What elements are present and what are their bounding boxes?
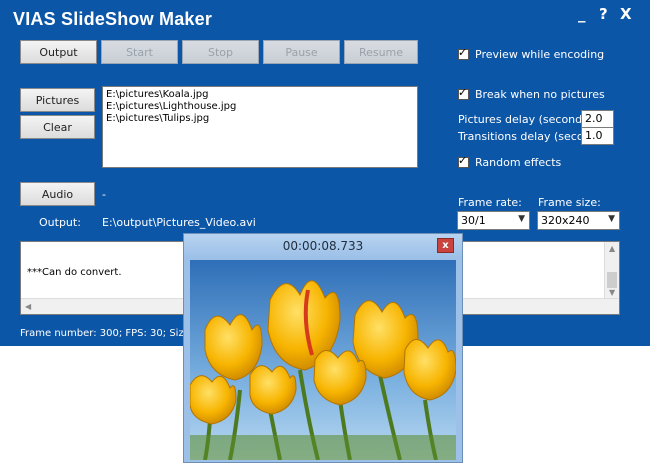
tulips-image [190, 260, 456, 460]
list-item[interactable]: E:\pictures\Koala.jpg [106, 89, 414, 101]
frame-size-select[interactable]: 320x240 ▼ [537, 211, 620, 230]
break-when-no-pictures-checkbox[interactable]: ✓ Break when no pictures [458, 86, 605, 101]
pictures-delay-input[interactable]: 2.0 [581, 110, 614, 128]
transitions-delay-input[interactable]: 1.0 [581, 127, 614, 145]
scroll-thumb[interactable] [607, 272, 617, 288]
scroll-up-icon[interactable]: ▲ [609, 244, 615, 253]
random-effects-checkbox[interactable]: ✓ Random effects [458, 154, 562, 169]
close-button[interactable]: X [620, 5, 632, 23]
pause-button[interactable]: Pause [263, 40, 340, 64]
chevron-down-icon: ▼ [518, 214, 525, 224]
frame-rate-value: 30/1 [461, 214, 486, 227]
audio-value: - [102, 188, 106, 201]
checkbox-box[interactable]: ✓ [458, 86, 469, 100]
pictures-button[interactable]: Pictures [20, 88, 95, 112]
frame-rate-label: Frame rate: [458, 196, 522, 209]
preview-window: 00:00:08.733 x [183, 233, 463, 463]
checkbox-box[interactable]: ✓ [458, 154, 469, 168]
help-button[interactable]: ? [599, 5, 608, 23]
check-icon: ✓ [458, 86, 468, 99]
scroll-left-icon[interactable]: ◀ [25, 302, 31, 311]
checkbox-label: Break when no pictures [475, 88, 605, 101]
resume-button[interactable]: Resume [344, 40, 418, 64]
preview-image [190, 260, 456, 460]
scroll-down-icon[interactable]: ▼ [609, 288, 615, 297]
clear-button[interactable]: Clear [20, 115, 95, 139]
start-button[interactable]: Start [101, 40, 178, 64]
frame-size-label: Frame size: [538, 196, 601, 209]
checkbox-label: Preview while encoding [475, 48, 605, 61]
list-item[interactable]: E:\pictures\Lighthouse.jpg [106, 101, 414, 113]
frame-rate-select[interactable]: 30/1 ▼ [457, 211, 530, 230]
checkbox-box[interactable]: ✓ [458, 46, 469, 60]
frame-size-value: 320x240 [541, 214, 590, 227]
close-icon[interactable]: x [437, 238, 454, 253]
stop-button[interactable]: Stop [182, 40, 259, 64]
check-icon: ✓ [458, 154, 468, 167]
pictures-list[interactable]: E:\pictures\Koala.jpg E:\pictures\Lighth… [102, 86, 418, 168]
checkbox-label: Random effects [475, 156, 562, 169]
preview-while-encoding-checkbox[interactable]: ✓ Preview while encoding [458, 46, 605, 61]
app-title: VIAS SlideShow Maker [13, 9, 213, 29]
output-path: E:\output\Pictures_Video.avi [102, 216, 256, 229]
chevron-down-icon: ▼ [608, 214, 615, 224]
preview-time: 00:00:08.733 [184, 234, 462, 258]
check-icon: ✓ [458, 46, 468, 59]
pictures-delay-label: Pictures delay (seconds) [458, 113, 593, 126]
minimize-button[interactable]: _ [578, 5, 586, 23]
output-button[interactable]: Output [20, 40, 97, 64]
list-item[interactable]: E:\pictures\Tulips.jpg [106, 113, 414, 125]
status-bar: Frame number: 300; FPS: 30; Size: 2772 [20, 328, 184, 339]
vertical-scrollbar[interactable]: ▲ ▼ [604, 242, 619, 299]
audio-button[interactable]: Audio [20, 182, 95, 206]
log-text: ***Can do convert. [27, 267, 122, 278]
output-label: Output: [39, 216, 81, 229]
